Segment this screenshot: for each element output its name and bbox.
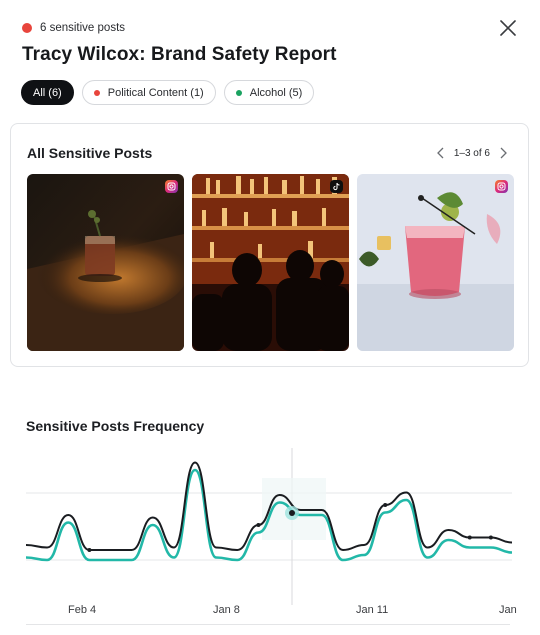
post-thumbnail-cocktail-bar[interactable]: [27, 174, 184, 351]
x-tick-label: Jan 11: [356, 604, 389, 616]
chart-title: Sensitive Posts Frequency: [26, 418, 205, 434]
x-tick-label: Jan 8: [213, 604, 240, 616]
filter-chip-label: Alcohol (5): [249, 86, 303, 99]
post-thumbnail-bar-crowd[interactable]: [192, 174, 349, 351]
data-point: [256, 523, 261, 527]
tiktok-icon: [330, 180, 343, 193]
page-title: Tracy Wilcox: Brand Safety Report: [22, 44, 337, 65]
pager: 1–3 of 6: [436, 146, 508, 160]
filter-chips: All (6) Political Content (1) Alcohol (5…: [21, 80, 315, 105]
chevron-right-icon[interactable]: [498, 146, 508, 160]
bar-crowd-photo: [192, 174, 349, 351]
pink-cocktail-photo: [357, 174, 514, 351]
instagram-icon: [165, 180, 178, 193]
data-point: [383, 503, 388, 507]
filter-chip-alcohol[interactable]: Alcohol (5): [223, 80, 315, 105]
filter-chip-label: All (6): [33, 86, 62, 99]
data-point: [467, 535, 472, 540]
panel-title: All Sensitive Posts: [27, 145, 153, 161]
chevron-left-icon[interactable]: [436, 146, 446, 160]
data-point: [87, 548, 92, 552]
post-thumbnail-pink-cocktail[interactable]: [357, 174, 514, 351]
x-tick-label: Feb 4: [68, 604, 97, 616]
instagram-icon: [495, 180, 508, 193]
close-icon[interactable]: [498, 18, 518, 38]
sensitive-posts-badge: 6 sensitive posts: [22, 22, 125, 34]
filter-chip-political-content[interactable]: Political Content (1): [81, 80, 216, 105]
data-point: [488, 535, 493, 540]
x-tick-label: Jan: [499, 604, 517, 616]
series-layer: [25, 461, 513, 562]
chart-baseline: [26, 624, 510, 625]
cocktail-photo: [27, 174, 184, 351]
sensitive-posts-count: 6 sensitive posts: [40, 22, 126, 34]
alert-dot-icon: [22, 23, 32, 33]
pager-label: 1–3 of 6: [453, 147, 490, 159]
sensitive-posts-panel: All Sensitive Posts 1–3 of 6: [10, 123, 529, 367]
filter-chip-all[interactable]: All (6): [21, 80, 74, 105]
alcohol-dot-icon: [235, 89, 242, 96]
hover-point-core: [289, 510, 295, 516]
political-dot-icon: [93, 89, 100, 96]
filter-chip-label: Political Content (1): [107, 86, 204, 99]
